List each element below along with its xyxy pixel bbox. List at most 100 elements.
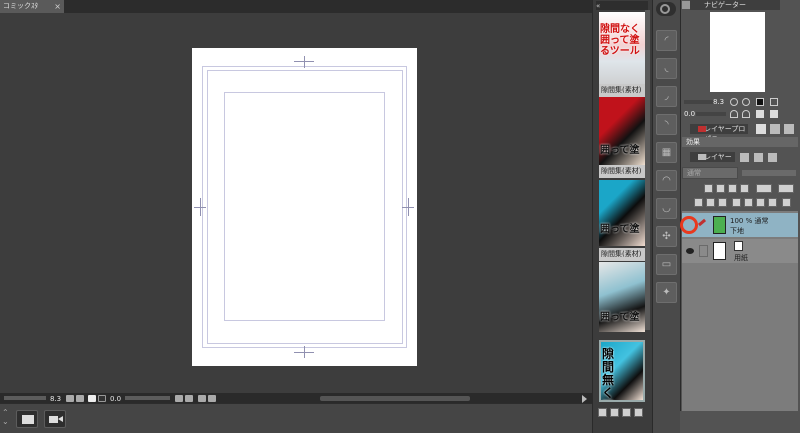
rotate-right-icon[interactable]	[742, 110, 750, 118]
new-vector-layer-icon[interactable]	[706, 198, 715, 207]
tone-icon[interactable]	[756, 124, 766, 134]
tool-pen-icon[interactable]: ◟	[656, 58, 677, 79]
zoom-slider-track[interactable]	[4, 396, 46, 400]
tool-blend-icon[interactable]: ◡	[656, 198, 677, 219]
fit-icon[interactable]	[88, 395, 96, 402]
tool-collapse-icon[interactable]	[656, 2, 676, 16]
transfer-down-icon[interactable]	[732, 198, 741, 207]
actual-size-icon[interactable]	[770, 98, 778, 106]
material-thumb-text: 囲って塗	[600, 145, 640, 156]
blend-mode-select[interactable]: 通常	[682, 167, 738, 179]
highlight-ring	[680, 216, 698, 234]
layer-color-icon[interactable]	[756, 184, 772, 193]
add-material-icon[interactable]	[622, 408, 631, 417]
material-thumb-text: 囲って塗	[600, 224, 640, 235]
angle-slider-track[interactable]	[125, 396, 170, 400]
layer-thumbnail	[713, 242, 726, 260]
navigator-tab[interactable]: ナビゲーター	[690, 0, 780, 10]
eye-icon[interactable]	[686, 248, 694, 254]
tool-cross-icon[interactable]: ✣	[656, 226, 677, 247]
lock-icon[interactable]	[728, 184, 737, 193]
zoom-out-icon[interactable]	[742, 98, 750, 106]
brush-tab-icon[interactable]	[770, 124, 780, 134]
mask-icon[interactable]	[778, 184, 794, 193]
zoom-out-icon[interactable]	[66, 395, 74, 402]
material-thumb-text: 囲って塗	[600, 312, 640, 323]
document-tab[interactable]: コミックｽﾀ ×	[0, 0, 64, 13]
lock-transparent-icon[interactable]	[740, 184, 749, 193]
rotate-left-icon[interactable]	[175, 395, 183, 402]
reset-icon[interactable]	[208, 395, 216, 402]
grid-view-icon[interactable]	[634, 408, 643, 417]
zoom-value[interactable]: 8.3	[50, 395, 61, 403]
color-tab-icon[interactable]	[784, 124, 794, 134]
trash-icon[interactable]	[782, 198, 791, 207]
tool-folder-icon[interactable]: ▭	[656, 254, 677, 275]
reference-icon[interactable]	[716, 184, 725, 193]
angle-value[interactable]: 0.0	[110, 395, 121, 403]
opacity-slider[interactable]	[742, 170, 796, 176]
panel-menu-icon[interactable]	[682, 1, 690, 9]
sidebar-collapse-icon[interactable]: «	[596, 2, 600, 10]
material-thumb-1[interactable]: 隙間なく囲って塗るツール	[599, 12, 645, 94]
layer-empty-icon	[699, 245, 708, 257]
material-scrollbar[interactable]	[645, 10, 650, 330]
flip-icon[interactable]	[198, 395, 206, 402]
tool-brush-icon[interactable]: ◞	[656, 86, 677, 107]
zoom-in-icon[interactable]	[76, 395, 84, 402]
tool-fill-icon[interactable]: ◠	[656, 170, 677, 191]
material-footer-icons	[596, 408, 648, 418]
layer-toolbar-bottom	[682, 197, 798, 209]
bottom-toolbar	[0, 403, 592, 433]
flip-vertical-icon[interactable]	[770, 110, 778, 118]
layer-search-icon[interactable]	[740, 153, 749, 162]
rotate-right-icon[interactable]	[185, 395, 193, 402]
layer-row[interactable]: 用紙	[682, 239, 798, 263]
apply-mask-icon[interactable]	[756, 198, 765, 207]
new-raster-layer-icon[interactable]	[694, 198, 703, 207]
close-icon[interactable]: ×	[54, 0, 61, 13]
create-mask-icon[interactable]	[768, 198, 777, 207]
tool-sparkle-icon[interactable]: ✦	[656, 282, 677, 303]
expand-chevron-icon[interactable]: ⌃ ⌄	[2, 408, 10, 428]
material-thumb-2[interactable]: 囲って塗	[599, 97, 645, 165]
layer-navigation-icon[interactable]	[768, 153, 777, 162]
material-thumb-5[interactable]: 隙間無く囲って塗	[599, 340, 645, 402]
navigator-angle-slider[interactable]	[696, 112, 726, 116]
zoom-in-icon[interactable]	[730, 98, 738, 106]
material-thumb-3[interactable]: 囲って塗	[599, 180, 645, 246]
navigator-tab-label: ナビゲーター	[704, 1, 746, 9]
clip-icon[interactable]	[704, 184, 713, 193]
effect-label: 効果	[686, 138, 700, 146]
list-view-icon[interactable]	[610, 408, 619, 417]
checkbox-icon[interactable]	[598, 408, 607, 417]
navigator-angle-value[interactable]: 0.0	[684, 110, 695, 118]
material-thumb-text: 隙間なく囲って塗るツール	[600, 24, 640, 57]
material-thumb-text: 隙間無く囲って塗	[602, 347, 615, 401]
animation-button[interactable]	[44, 410, 66, 428]
material-thumb-4[interactable]: 囲って塗	[599, 262, 645, 332]
rotate-reset-icon[interactable]	[98, 395, 106, 402]
layer-row-selected[interactable]: 100 % 通常 下地	[682, 213, 798, 237]
tool-eraser-icon[interactable]: ◝	[656, 114, 677, 135]
flip-horizontal-icon[interactable]	[756, 110, 764, 118]
navigator-preview[interactable]	[710, 12, 765, 92]
new-folder-icon[interactable]	[718, 198, 727, 207]
rotate-left-icon[interactable]	[730, 110, 738, 118]
effect-header: 効果	[682, 137, 798, 147]
material-label: 隙間集(素材)	[599, 248, 645, 261]
navigator-zoom-slider[interactable]	[684, 100, 714, 104]
layer-name: 下地	[730, 227, 744, 235]
merge-down-icon[interactable]	[744, 198, 753, 207]
scroll-right-arrow-icon[interactable]	[582, 395, 587, 403]
navigator-zoom-value[interactable]: 8.3	[713, 98, 724, 106]
layers-tab[interactable]: レイヤー	[690, 152, 735, 162]
page-manager-button[interactable]	[16, 410, 38, 428]
blend-mode-value: 通常	[687, 169, 701, 177]
layer-history-icon[interactable]	[754, 153, 763, 162]
paper-canvas[interactable]	[192, 48, 417, 366]
tool-tone-icon[interactable]: ▦	[656, 142, 677, 163]
horizontal-scrollbar[interactable]	[320, 396, 470, 401]
tool-lasso-icon[interactable]: ◜	[656, 30, 677, 51]
fit-screen-icon[interactable]	[756, 98, 764, 106]
